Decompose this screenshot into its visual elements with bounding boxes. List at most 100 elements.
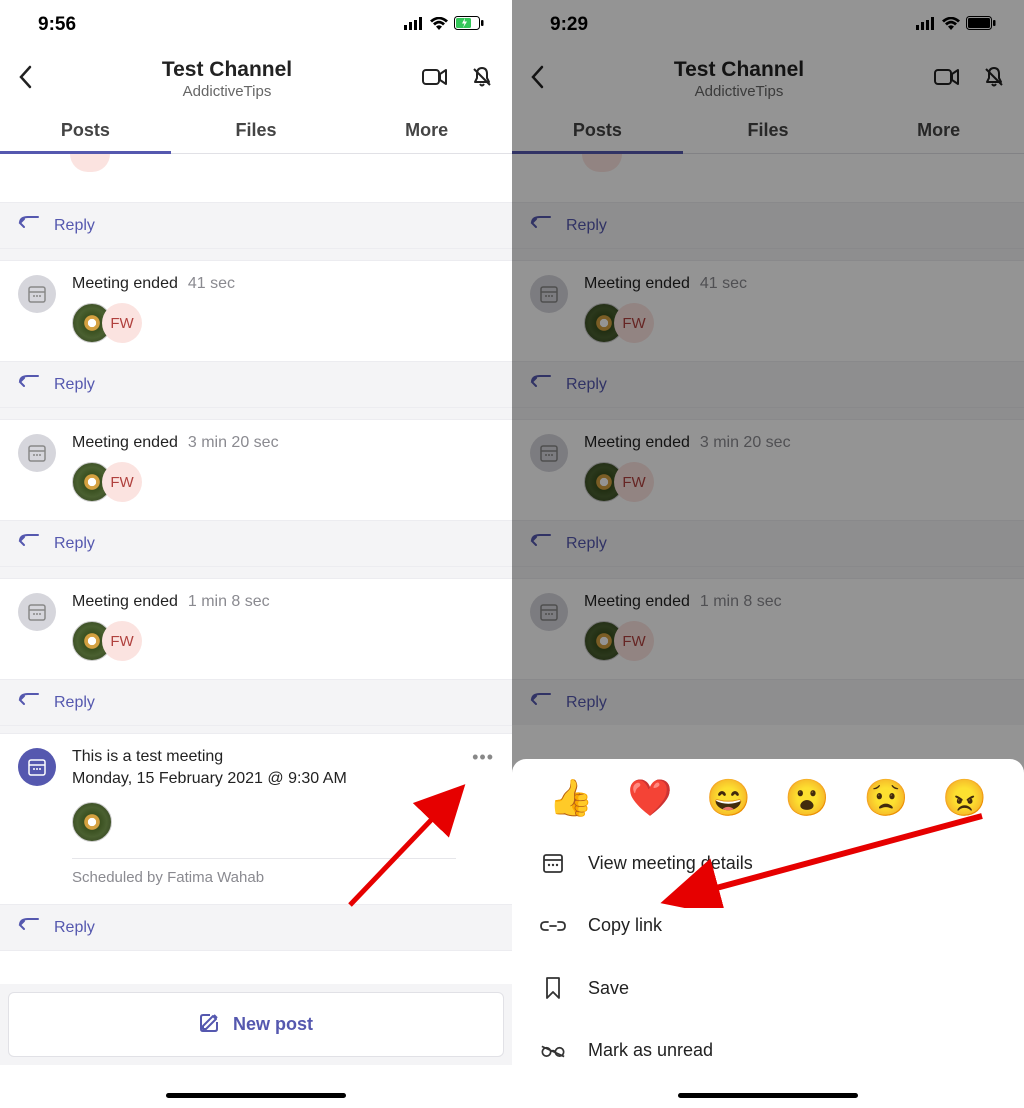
reaction-sad[interactable]: 😟 xyxy=(864,777,909,819)
screenshot-left: 9:56 Test Channel AddictiveTips Posts Fi… xyxy=(0,0,512,1108)
tab-more[interactable]: More xyxy=(341,106,512,153)
reaction-heart[interactable]: ❤️ xyxy=(628,777,673,819)
reply-icon xyxy=(18,374,40,395)
channel-title: Test Channel xyxy=(544,58,934,82)
home-indicator[interactable] xyxy=(678,1093,858,1098)
channel-subtitle: AddictiveTips xyxy=(544,83,934,100)
new-post-area: New post xyxy=(0,984,512,1065)
home-indicator[interactable] xyxy=(166,1093,346,1098)
tab-posts[interactable]: Posts xyxy=(0,106,171,153)
tabs: Posts Files More xyxy=(512,106,1024,154)
tab-files[interactable]: Files xyxy=(683,106,854,153)
reply-bar[interactable]: Reply xyxy=(512,679,1024,725)
avatar-initials: FW xyxy=(102,621,142,661)
meeting-ended-post[interactable]: Meeting ended 3 min 20 sec FW xyxy=(0,420,512,520)
participant-avatars: FW xyxy=(584,621,1006,661)
participant-avatars: FW xyxy=(584,462,1006,502)
reply-label: Reply xyxy=(566,535,607,553)
post-duration: 3 min 20 sec xyxy=(188,434,279,452)
post-duration: 3 min 20 sec xyxy=(700,434,791,452)
bookmark-icon xyxy=(540,976,566,1000)
calendar-icon xyxy=(18,748,56,786)
channel-title: Test Channel xyxy=(32,58,422,82)
meeting-ended-post[interactable]: Meeting ended 3 min 20 sec FW xyxy=(512,420,1024,520)
post-title: Meeting ended xyxy=(584,275,690,293)
participant-avatars: FW xyxy=(72,621,494,661)
back-icon[interactable] xyxy=(18,65,32,94)
reply-icon xyxy=(18,215,40,236)
avatar-initials: FW xyxy=(102,303,142,343)
post-title: Meeting ended xyxy=(72,593,178,611)
bell-off-icon[interactable] xyxy=(982,65,1006,94)
video-icon[interactable] xyxy=(422,67,448,92)
signal-icon xyxy=(404,14,424,36)
avatar-initials: FW xyxy=(614,462,654,502)
avatar-fragment xyxy=(582,154,622,172)
reply-label: Reply xyxy=(566,217,607,235)
calendar-icon xyxy=(18,593,56,631)
reply-bar[interactable]: Reply xyxy=(512,361,1024,408)
meeting-ended-post[interactable]: Meeting ended 1 min 8 sec FW xyxy=(0,579,512,679)
calendar-icon xyxy=(530,434,568,472)
reply-bar[interactable]: Reply xyxy=(0,202,512,249)
new-post-button[interactable]: New post xyxy=(8,992,504,1057)
menu-copy-link[interactable]: Copy link xyxy=(512,895,1024,956)
tab-more[interactable]: More xyxy=(853,106,1024,153)
reaction-laugh[interactable]: 😄 xyxy=(706,777,751,819)
reply-bar[interactable]: Reply xyxy=(512,520,1024,567)
reply-icon xyxy=(530,374,552,395)
reactions-row: 👍 ❤️ 😄 😮 😟 😠 xyxy=(512,777,1024,831)
reply-icon xyxy=(18,533,40,554)
meeting-ended-post[interactable]: Meeting ended 41 sec FW xyxy=(512,261,1024,361)
menu-mark-unread[interactable]: Mark as unread xyxy=(512,1020,1024,1081)
video-icon[interactable] xyxy=(934,67,960,92)
scheduled-meeting-post[interactable]: This is a test meeting Monday, 15 Februa… xyxy=(0,734,512,904)
status-icons xyxy=(916,14,996,36)
reply-icon xyxy=(530,215,552,236)
menu-save[interactable]: Save xyxy=(512,956,1024,1020)
status-bar: 9:29 xyxy=(512,0,1024,50)
status-bar: 9:56 xyxy=(0,0,512,50)
reply-bar[interactable]: Reply xyxy=(0,904,512,951)
calendar-icon xyxy=(18,275,56,313)
tab-files[interactable]: Files xyxy=(171,106,342,153)
post-duration: 1 min 8 sec xyxy=(700,593,782,611)
posts-feed[interactable]: Reply Meeting ended 41 sec FW Reply xyxy=(0,154,512,984)
reaction-surprised[interactable]: 😮 xyxy=(785,777,830,819)
tab-posts[interactable]: Posts xyxy=(512,106,683,153)
battery-icon xyxy=(454,14,484,36)
bell-off-icon[interactable] xyxy=(470,65,494,94)
back-icon[interactable] xyxy=(530,65,544,94)
reply-bar[interactable]: Reply xyxy=(0,679,512,726)
status-icons xyxy=(404,14,484,36)
signal-icon xyxy=(916,14,936,36)
reaction-angry[interactable]: 😠 xyxy=(942,777,987,819)
reply-bar[interactable]: Reply xyxy=(0,361,512,408)
reply-bar[interactable]: Reply xyxy=(0,520,512,567)
screenshot-right: 9:29 Test Channel AddictiveTips Posts Fi… xyxy=(512,0,1024,1108)
calendar-icon xyxy=(530,275,568,313)
reply-label: Reply xyxy=(566,694,607,712)
reply-bar[interactable]: Reply xyxy=(512,202,1024,249)
meeting-time: Monday, 15 February 2021 @ 9:30 AM xyxy=(72,770,456,788)
link-icon xyxy=(540,919,566,933)
calendar-icon xyxy=(540,851,566,875)
meeting-title: This is a test meeting xyxy=(72,748,223,766)
meeting-ended-post[interactable]: Meeting ended 41 sec FW xyxy=(0,261,512,361)
status-time: 9:29 xyxy=(550,14,588,36)
post-title: Meeting ended xyxy=(72,275,178,293)
reply-label: Reply xyxy=(54,376,95,394)
reply-icon xyxy=(18,917,40,938)
reaction-thumbs-up[interactable]: 👍 xyxy=(549,777,594,819)
avatar-initials: FW xyxy=(102,462,142,502)
more-options-icon[interactable]: ••• xyxy=(472,748,494,762)
glasses-icon xyxy=(540,1044,566,1058)
menu-view-details[interactable]: View meeting details xyxy=(512,831,1024,895)
context-menu-sheet: 👍 ❤️ 😄 😮 😟 😠 View meeting details Copy l… xyxy=(512,759,1024,1108)
channel-subtitle: AddictiveTips xyxy=(32,83,422,100)
reply-label: Reply xyxy=(54,535,95,553)
post-duration: 41 sec xyxy=(188,275,235,293)
participant-avatars: FW xyxy=(72,462,494,502)
meeting-ended-post[interactable]: Meeting ended 1 min 8 sec FW xyxy=(512,579,1024,679)
reply-label: Reply xyxy=(54,694,95,712)
